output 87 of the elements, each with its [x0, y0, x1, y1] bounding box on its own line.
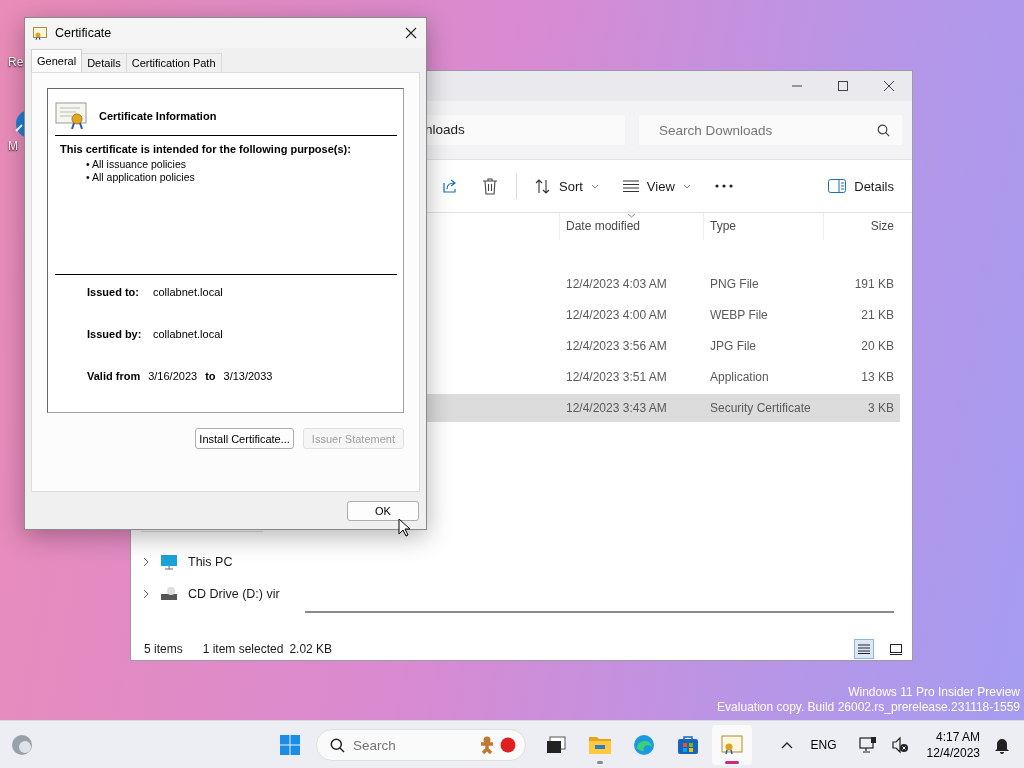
- search-icon: [877, 124, 890, 137]
- caret-icon: [682, 183, 691, 189]
- sidebar-item[interactable]: CD Drive (D:) vir: [131, 578, 287, 610]
- purpose-title: This certificate is intended for the following purpose(s):: [59, 143, 352, 155]
- table-cell-text: WEBP File: [709, 308, 769, 322]
- monitor-icon: [160, 554, 178, 570]
- field-label: Issued to:: [87, 286, 140, 298]
- details-button[interactable]: Details: [822, 174, 900, 198]
- notification-icon[interactable]: [994, 736, 1010, 754]
- scrollbar-thumb[interactable]: [305, 611, 894, 613]
- heading: Certificate Information: [99, 110, 217, 122]
- table-cell-text: 12/4/2023 4:03 AM: [565, 277, 668, 291]
- certificate-icon: [33, 26, 47, 40]
- cursor-icon: [398, 518, 410, 537]
- field-label: Valid from: [87, 370, 141, 382]
- share-icon: [442, 178, 458, 194]
- watermark-text: Windows 11 Pro Insider Preview: [847, 685, 1020, 700]
- record-icon: [500, 737, 516, 753]
- purpose-item: • All issuance policies: [85, 158, 187, 171]
- clock-date[interactable]: 12/4/2023: [926, 745, 980, 761]
- caret-icon: [627, 213, 636, 218]
- column-header[interactable]: Size: [823, 213, 900, 240]
- table-cell-text: 12/4/2023 4:00 AM: [565, 308, 668, 322]
- table-cell-text: 12/4/2023 3:51 AM: [565, 370, 668, 384]
- caret-icon: [590, 183, 599, 189]
- item-count: 5 items: [144, 642, 183, 656]
- chevron-up-icon[interactable]: [780, 741, 793, 749]
- maximize-icon[interactable]: [837, 80, 849, 92]
- field-value: collabnet.local: [153, 286, 223, 298]
- overlapping-windows-icon: [546, 736, 566, 754]
- field-label: to: [205, 370, 216, 382]
- list-icon: [858, 644, 870, 654]
- table-cell-text: JPG File: [709, 339, 757, 353]
- dialog-title: Certificate: [55, 26, 112, 40]
- purpose-item: • All application policies: [85, 171, 196, 184]
- chevron-icon[interactable]: [143, 589, 150, 599]
- certificate-icon: [721, 735, 743, 755]
- sort-button[interactable]: Sort: [529, 174, 605, 198]
- clock-time[interactable]: 4:17 AM: [935, 729, 980, 745]
- trash-icon: [482, 177, 498, 195]
- ok-button[interactable]: OK: [347, 500, 419, 521]
- watermark-text: Evaluation copy. Build 26002.rs_prerelease.231118-1559: [717, 700, 1020, 715]
- browser-icon: [633, 734, 655, 756]
- search-icon: [330, 738, 345, 753]
- table-cell-text: PNG File: [709, 277, 760, 291]
- close-icon[interactable]: [405, 27, 417, 39]
- view-button[interactable]: View: [616, 174, 697, 198]
- table-cell-text: Security Certificate: [709, 401, 812, 415]
- table-cell-text: 21 KB: [860, 308, 895, 322]
- table-cell-text: 12/4/2023 3:43 AM: [565, 401, 668, 415]
- certificate-icon: [55, 102, 87, 130]
- shopping-bag-icon: [677, 735, 699, 755]
- table-cell-text: 191 KB: [853, 277, 895, 291]
- muted-speaker-icon[interactable]: [890, 736, 909, 754]
- search-field[interactable]: Search: [316, 729, 526, 761]
- more-icon: [714, 184, 733, 188]
- selection-info: 1 item selected: [202, 642, 284, 656]
- view-toggle[interactable]: [854, 639, 874, 659]
- selection-size: 2.02 KB: [289, 642, 333, 656]
- table-cell-text: 12/4/2023 3:56 AM: [565, 339, 668, 353]
- field-value: collabnet.local: [153, 328, 223, 340]
- network-icon[interactable]: [858, 736, 877, 754]
- table-cell-text: 20 KB: [860, 339, 895, 353]
- tab[interactable]: Certification Path: [125, 53, 222, 72]
- sidebar-item[interactable]: This PC: [131, 546, 287, 578]
- table-cell-text: 13 KB: [860, 370, 895, 384]
- gingerbread-icon: [478, 736, 496, 754]
- field-value: 3/16/2023: [148, 370, 198, 382]
- column-header[interactable]: Date modified: [559, 213, 703, 240]
- column-header[interactable]: Type: [703, 213, 823, 240]
- close-icon[interactable]: [883, 80, 895, 92]
- search-field[interactable]: Search Downloads: [639, 115, 902, 145]
- four-squares-icon: [280, 735, 300, 755]
- field-value: 3/13/2033: [223, 370, 273, 382]
- dialog-button[interactable]: Install Certificate...: [195, 428, 294, 449]
- table-cell-text: Application: [709, 370, 770, 384]
- folder-icon: [588, 735, 612, 755]
- language-indicator[interactable]: ENG: [810, 738, 837, 752]
- field-label: Issued by:: [87, 328, 143, 340]
- sort-arrows-icon: [535, 178, 551, 194]
- chevron-icon[interactable]: [143, 557, 150, 567]
- table-cell-text: 3 KB: [867, 401, 895, 415]
- tile-icon: [890, 643, 902, 655]
- lines-icon: [622, 180, 639, 192]
- tab[interactable]: General: [31, 49, 83, 72]
- side-panel-icon: [828, 179, 847, 193]
- drive-icon: [160, 586, 178, 602]
